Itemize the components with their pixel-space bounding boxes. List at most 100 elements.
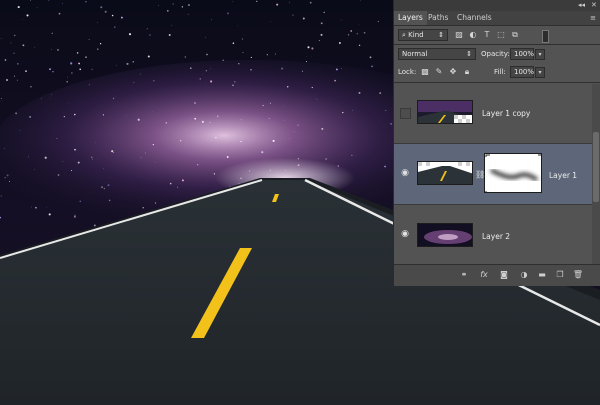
adjustment-filter-icon[interactable]: ◐ — [468, 30, 478, 40]
star — [62, 3, 64, 5]
layer-row[interactable]: Layer 1 copy — [394, 83, 592, 144]
lock-image-pixels-icon[interactable]: ✎ — [434, 67, 444, 77]
star — [250, 69, 252, 71]
star — [35, 206, 37, 209]
star — [36, 7, 38, 8]
star — [151, 111, 153, 112]
star — [25, 70, 27, 72]
star — [341, 68, 343, 69]
shape-filter-icon[interactable]: ⬚ — [496, 30, 506, 40]
star — [78, 62, 80, 65]
fill-dropdown-icon[interactable]: ▾ — [535, 67, 545, 78]
star — [48, 213, 51, 216]
filter-toggle-switch[interactable] — [542, 30, 549, 43]
layer-thumbnail — [417, 161, 473, 185]
link-icon[interactable]: ⚭ — [458, 269, 470, 281]
star — [154, 202, 157, 204]
star — [379, 92, 382, 95]
star — [215, 137, 217, 139]
star — [51, 49, 53, 50]
star — [115, 96, 117, 98]
layer-name[interactable]: Layer 1 copy — [482, 109, 530, 118]
close-icon[interactable]: ✕ — [591, 1, 597, 9]
star — [140, 157, 142, 159]
eye-icon[interactable]: ◉ — [398, 227, 412, 241]
tab-layers[interactable]: Layers — [394, 11, 427, 25]
new-layer-icon[interactable]: ❐ — [554, 269, 566, 281]
star — [210, 68, 211, 70]
star — [276, 3, 279, 6]
layer-row-selected[interactable]: ◉ ⛓ Layer 1 — [394, 144, 592, 205]
layer-name[interactable]: Layer 1 — [549, 171, 577, 180]
visibility-toggle[interactable] — [400, 108, 411, 119]
opacity-dropdown-icon[interactable]: ▾ — [535, 49, 545, 60]
tab-channels[interactable]: Channels — [453, 11, 496, 25]
star — [371, 65, 373, 68]
star — [4, 59, 7, 61]
star — [74, 113, 76, 116]
tab-paths[interactable]: Paths — [424, 11, 452, 25]
star — [85, 56, 87, 58]
star — [4, 177, 6, 179]
star — [226, 156, 229, 158]
panel-menu-icon[interactable]: ≡ — [590, 14, 596, 22]
star — [321, 127, 324, 130]
star — [268, 117, 270, 119]
collapse-icon[interactable]: ◂◂ — [578, 1, 585, 9]
star — [77, 161, 80, 164]
blend-mode-dropdown[interactable]: Normal ⇕ — [398, 48, 476, 60]
trash-icon[interactable]: 🗑︎ — [572, 269, 584, 281]
layer-name[interactable]: Layer 2 — [482, 232, 510, 241]
star — [201, 73, 203, 75]
star — [154, 162, 156, 163]
panel-title-strip: ◂◂ ✕ — [394, 0, 600, 11]
star — [58, 12, 61, 15]
star — [297, 158, 299, 160]
star — [10, 42, 12, 44]
layer-mask-thumbnail[interactable] — [484, 153, 542, 193]
layers-scrollbar-thumb[interactable] — [593, 132, 599, 202]
star — [204, 37, 206, 38]
star — [234, 81, 236, 83]
star — [63, 116, 65, 118]
star — [26, 14, 29, 17]
star — [358, 91, 361, 94]
star — [8, 180, 11, 183]
star — [46, 206, 47, 208]
star — [181, 179, 184, 182]
layers-panel: ◂◂ ✕ Layers Paths Channels ≡ ⌕ Kind ⇕ ▨ … — [394, 0, 600, 286]
folder-icon[interactable]: ▬ — [536, 269, 548, 281]
layer-row[interactable]: ◉ Layer 2 — [394, 205, 592, 266]
star — [384, 165, 386, 168]
filter-row: ⌕ Kind ⇕ ▨ ◐ T ⬚ ⧉ — [394, 27, 600, 43]
star — [17, 6, 20, 9]
star — [190, 67, 192, 69]
opacity-input[interactable]: 100% — [510, 48, 534, 60]
star — [197, 164, 199, 166]
star — [351, 154, 353, 156]
lock-position-icon[interactable]: ✥ — [448, 67, 458, 77]
opacity-value: 100% — [514, 50, 535, 58]
star — [377, 20, 379, 23]
add-mask-icon[interactable]: ◙ — [498, 269, 510, 281]
type-filter-icon[interactable]: T — [482, 30, 492, 40]
star — [34, 169, 35, 171]
star — [30, 86, 32, 88]
smart-object-filter-icon[interactable]: ⧉ — [510, 30, 520, 40]
star — [284, 169, 286, 171]
adjustment-icon[interactable]: ◑ — [518, 269, 530, 281]
star — [275, 53, 276, 55]
star — [340, 19, 342, 21]
fx-icon[interactable]: fx — [478, 269, 490, 281]
star — [358, 44, 361, 46]
star — [297, 124, 299, 126]
star — [232, 84, 234, 87]
lock-all-icon[interactable]: 🔒︎ — [462, 67, 472, 77]
pixel-filter-icon[interactable]: ▨ — [454, 30, 464, 40]
filter-kind-dropdown[interactable]: ⌕ Kind ⇕ — [398, 29, 448, 41]
star — [71, 72, 73, 74]
star — [97, 48, 99, 50]
eye-icon[interactable]: ◉ — [398, 166, 412, 180]
fill-input[interactable]: 100% — [510, 66, 534, 78]
lock-transparent-pixels-icon[interactable]: ▩ — [420, 67, 430, 77]
